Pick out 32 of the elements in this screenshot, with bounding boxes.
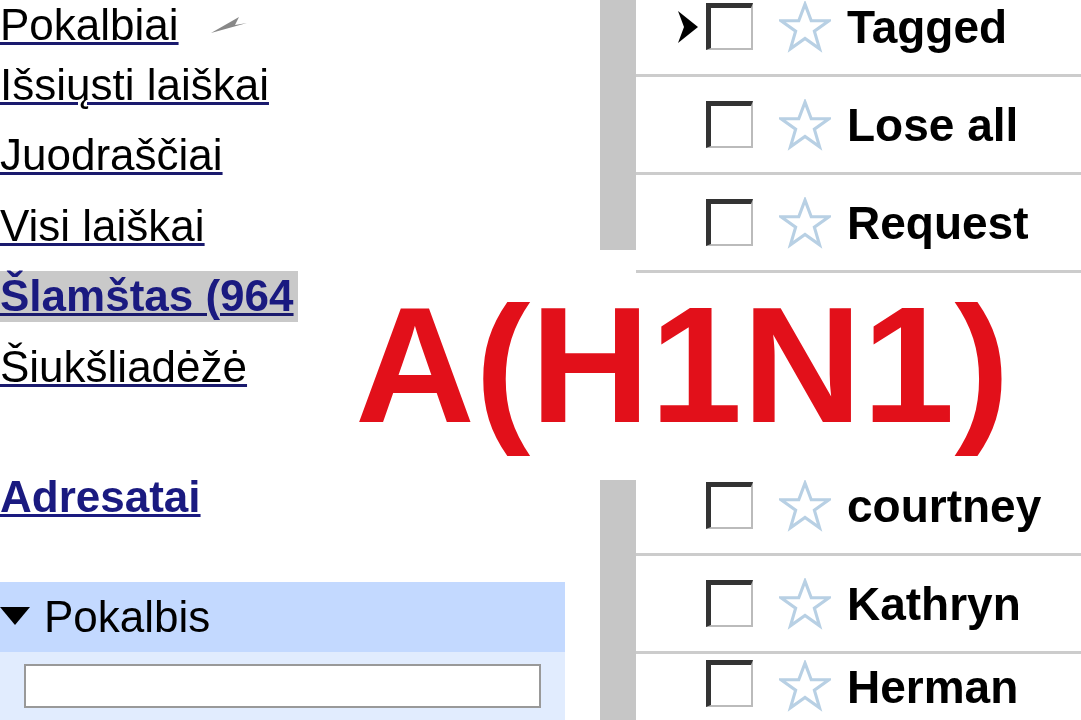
message-sender: Lose all: [847, 97, 1019, 152]
message-row[interactable]: Herman: [636, 654, 1081, 720]
folder-link[interactable]: Išsiųsti laiškai: [0, 59, 269, 111]
message-sender: Tagged: [847, 0, 1008, 54]
checkbox[interactable]: [706, 3, 753, 50]
star-icon[interactable]: [779, 479, 831, 532]
checkbox[interactable]: [706, 199, 753, 246]
checkbox[interactable]: [706, 580, 753, 627]
chat-search-field[interactable]: [24, 664, 541, 709]
message-sender: Kathryn: [847, 576, 1021, 631]
folder-link[interactable]: Pokalbiai: [0, 0, 179, 51]
checkbox[interactable]: [706, 660, 753, 707]
message-row[interactable]: Tagged: [636, 0, 1081, 77]
checkbox[interactable]: [706, 482, 753, 529]
message-sender: courtney: [847, 478, 1042, 533]
folder-link[interactable]: Visi laiškai: [0, 200, 205, 252]
folder-link[interactable]: Šiukšliadėžė: [0, 341, 248, 393]
star-icon[interactable]: [779, 660, 831, 712]
message-sender: Request: [847, 195, 1029, 250]
star-icon[interactable]: [779, 196, 831, 249]
message-row[interactable]: Lose all: [636, 77, 1081, 175]
star-icon[interactable]: [779, 577, 831, 630]
chat-panel-toggle[interactable]: Pokalbis: [0, 582, 565, 653]
star-icon[interactable]: [779, 98, 831, 151]
contacts-link[interactable]: Adresatai: [0, 472, 600, 523]
message-row[interactable]: Kathryn: [636, 556, 1081, 654]
folder-link[interactable]: Juodraščiai: [0, 130, 223, 181]
folder-link[interactable]: Šlamštas (964: [0, 271, 298, 322]
headline: A(H1N1): [355, 273, 1010, 458]
message-sender: Herman: [847, 660, 1019, 714]
checkbox[interactable]: [706, 101, 753, 148]
star-icon[interactable]: [779, 0, 831, 53]
